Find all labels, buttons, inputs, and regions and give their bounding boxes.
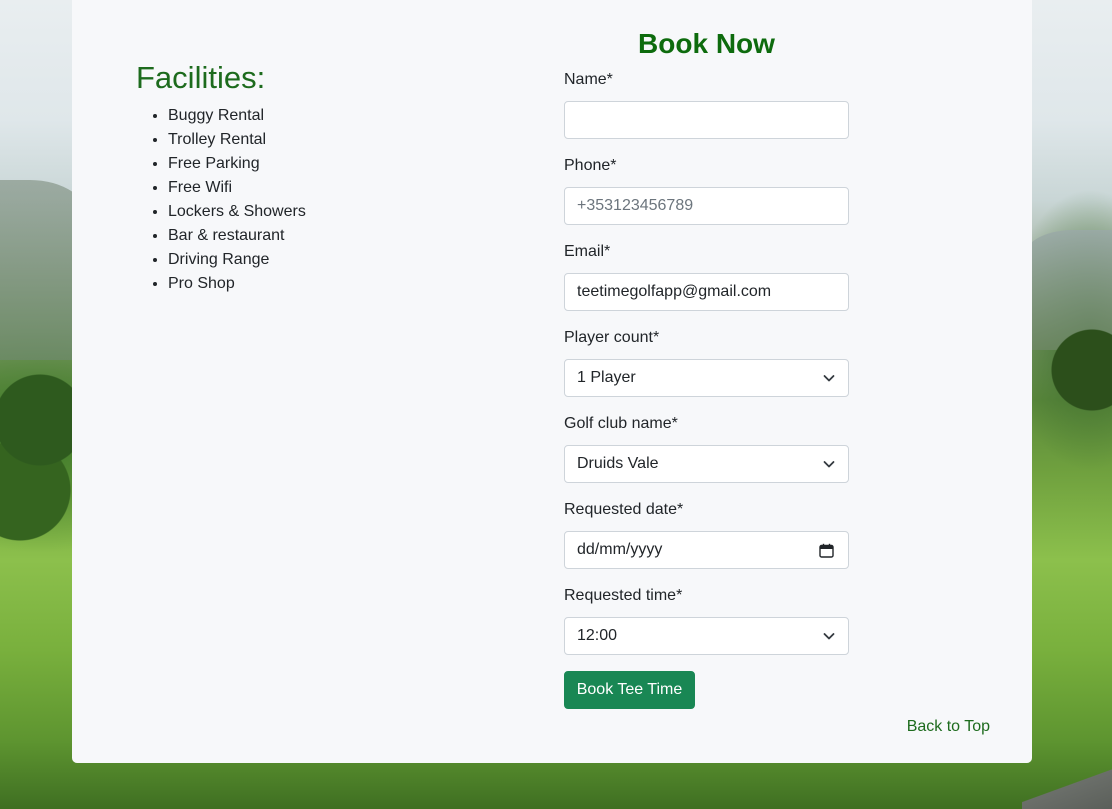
- chevron-down-icon: [823, 461, 835, 468]
- name-label: Name*: [564, 71, 613, 88]
- name-input[interactable]: [564, 101, 849, 139]
- calendar-icon[interactable]: [819, 543, 834, 558]
- back-to-top-link[interactable]: Back to Top: [907, 717, 990, 737]
- date-input[interactable]: dd/mm/yyyy: [564, 531, 849, 569]
- background-path: [1022, 769, 1112, 809]
- phone-input[interactable]: +353123456789: [564, 187, 849, 225]
- chevron-down-icon: [823, 375, 835, 382]
- time-label: Requested time*: [564, 587, 683, 604]
- phone-label: Phone*: [564, 157, 617, 174]
- player-count-field-group: Player count* 1 Player: [564, 328, 849, 397]
- player-count-select[interactable]: 1 Player: [564, 359, 849, 397]
- phone-placeholder: +353123456789: [577, 197, 694, 214]
- golf-club-label: Golf club name*: [564, 415, 678, 432]
- list-item: Free Parking: [168, 152, 306, 176]
- chevron-down-icon: [823, 633, 835, 640]
- facilities-heading: Facilities:: [136, 60, 266, 95]
- date-label: Requested date*: [564, 501, 684, 518]
- list-item: Trolley Rental: [168, 128, 306, 152]
- facilities-list: Buggy Rental Trolley Rental Free Parking…: [136, 104, 306, 296]
- list-item: Bar & restaurant: [168, 224, 306, 248]
- background-trees-left: [0, 330, 75, 590]
- email-value: teetimegolfapp@gmail.com: [577, 283, 772, 300]
- golf-club-field-group: Golf club name* Druids Vale: [564, 414, 849, 483]
- email-label: Email*: [564, 243, 611, 260]
- time-value: 12:00: [577, 627, 618, 644]
- time-select[interactable]: 12:00: [564, 617, 849, 655]
- date-placeholder: dd/mm/yyyy: [577, 541, 663, 558]
- list-item: Driving Range: [168, 248, 306, 272]
- list-item: Free Wifi: [168, 176, 306, 200]
- golf-club-value: Druids Vale: [577, 455, 659, 472]
- book-tee-time-button[interactable]: Book Tee Time: [564, 671, 695, 709]
- time-field-group: Requested time* 12:00: [564, 586, 849, 655]
- name-field-group: Name*: [564, 70, 849, 139]
- email-input[interactable]: teetimegolfapp@gmail.com: [564, 273, 849, 311]
- list-item: Pro Shop: [168, 272, 306, 296]
- list-item: Lockers & Showers: [168, 200, 306, 224]
- golf-club-select[interactable]: Druids Vale: [564, 445, 849, 483]
- booking-card: Facilities: Buggy Rental Trolley Rental …: [72, 0, 1032, 763]
- player-count-value: 1 Player: [577, 369, 636, 386]
- player-count-label: Player count*: [564, 329, 660, 346]
- list-item: Buggy Rental: [168, 104, 306, 128]
- background-trees-right: [1032, 260, 1112, 460]
- phone-field-group: Phone* +353123456789: [564, 156, 849, 225]
- email-field-group: Email* teetimegolfapp@gmail.com: [564, 242, 849, 311]
- book-now-heading: Book Now: [638, 28, 775, 59]
- date-field-group: Requested date* dd/mm/yyyy: [564, 500, 849, 569]
